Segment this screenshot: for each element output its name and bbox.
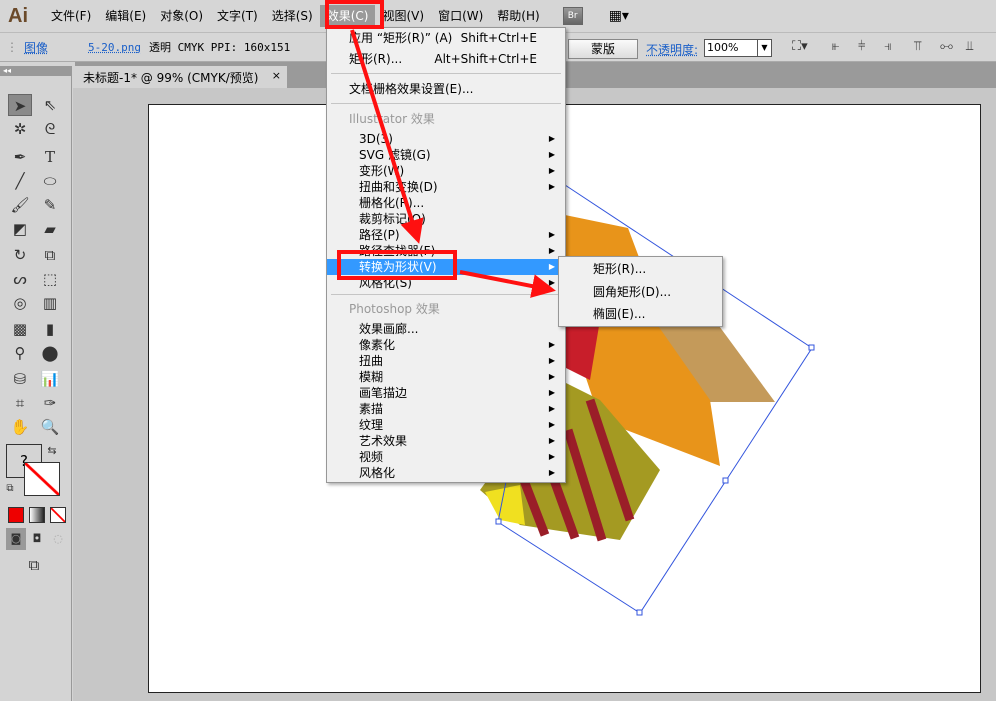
- label: 路径(P): [359, 228, 400, 242]
- yellow-shape: [485, 485, 525, 525]
- submenu-arrow-icon: ▶: [548, 452, 555, 461]
- photoshop-effects-header: Photoshop 效果: [349, 302, 440, 316]
- submenu-arrow-icon: ▶: [548, 340, 555, 349]
- menu-item[interactable]: 艺术效果 ▶: [327, 433, 565, 449]
- label: 风格化: [359, 466, 396, 480]
- label: 艺术效果: [359, 434, 408, 448]
- submenu-arrow-icon: ▶: [548, 420, 555, 429]
- label: SVG 滤镜(G): [359, 148, 431, 162]
- menu-item[interactable]: 纹理 ▶: [327, 417, 565, 433]
- menu-item[interactable]: 裁剪标记(O): [327, 211, 565, 227]
- label: 效果画廊...: [359, 322, 419, 336]
- label: 矩形(R)...: [349, 52, 403, 66]
- label: 3D(3): [359, 132, 393, 146]
- label: 纹理: [359, 418, 384, 432]
- menu-item-last-effect[interactable]: 矩形(R)... Alt+Shift+Ctrl+E: [327, 51, 565, 67]
- label: 模糊: [359, 370, 384, 384]
- menu-item[interactable]: 3D(3) ▶: [327, 131, 565, 147]
- menu-item[interactable]: 视频 ▶: [327, 449, 565, 465]
- menu-item[interactable]: 变形(W) ▶: [327, 163, 565, 179]
- shortcut: Alt+Shift+Ctrl+E: [434, 52, 537, 66]
- menu-item[interactable]: 效果画廊...: [327, 321, 565, 337]
- menu-item[interactable]: 素描 ▶: [327, 401, 565, 417]
- annotation-box-effect: [325, 0, 384, 29]
- label: 变形(W): [359, 164, 405, 178]
- menu-item[interactable]: 风格化 ▶: [327, 465, 565, 481]
- annotation-box-convert: [337, 250, 457, 280]
- submenu-arrow-icon: ▶: [548, 262, 555, 271]
- menu-item[interactable]: 栅格化(R)...: [327, 195, 565, 211]
- menu-item[interactable]: 像素化 ▶: [327, 337, 565, 353]
- menu-item-apply-last[interactable]: 应用 “矩形(R)” (A) Shift+Ctrl+E: [327, 30, 565, 46]
- submenu-arrow-icon: ▶: [548, 388, 555, 397]
- menu-item-raster-settings[interactable]: 文档栅格效果设置(E)...: [327, 81, 565, 97]
- separator: [331, 103, 561, 104]
- submenu-arrow-icon: ▶: [548, 230, 555, 239]
- separator: [331, 73, 561, 74]
- label: 扭曲: [359, 354, 384, 368]
- submenu-arrow-icon: ▶: [548, 278, 555, 287]
- submenu-arrow-icon: ▶: [548, 166, 555, 175]
- separator: [331, 294, 561, 295]
- submenu-arrow-icon: ▶: [548, 182, 555, 191]
- submenu-arrow-icon: ▶: [548, 404, 555, 413]
- label: 应用 “矩形(R)” (A): [349, 31, 453, 45]
- convert-to-shape-submenu: 矩形(R)... 圆角矩形(D)... 椭圆(E)...: [558, 256, 723, 327]
- submenu-arrow-icon: ▶: [548, 246, 555, 255]
- submenu-item-rectangle[interactable]: 矩形(R)...: [559, 261, 722, 277]
- label: 视频: [359, 450, 384, 464]
- submenu-item-ellipse[interactable]: 椭圆(E)...: [559, 306, 722, 322]
- menu-item[interactable]: 模糊 ▶: [327, 369, 565, 385]
- menu-item[interactable]: 扭曲和变换(D) ▶: [327, 179, 565, 195]
- submenu-arrow-icon: ▶: [548, 150, 555, 159]
- menu-item[interactable]: SVG 滤镜(G) ▶: [327, 147, 565, 163]
- submenu-item-rounded-rectangle[interactable]: 圆角矩形(D)...: [559, 284, 722, 300]
- illustrator-effects-header: Illustrator 效果: [349, 112, 435, 126]
- label: 栅格化(R)...: [359, 196, 425, 210]
- label: 像素化: [359, 338, 396, 352]
- label: 裁剪标记(O): [359, 212, 426, 226]
- submenu-arrow-icon: ▶: [548, 436, 555, 445]
- menu-item[interactable]: 画笔描边 ▶: [327, 385, 565, 401]
- menu-item[interactable]: 路径(P) ▶: [327, 227, 565, 243]
- label: 扭曲和变换(D): [359, 180, 438, 194]
- label: 画笔描边: [359, 386, 408, 400]
- menu-item[interactable]: 扭曲 ▶: [327, 353, 565, 369]
- submenu-arrow-icon: ▶: [548, 356, 555, 365]
- submenu-arrow-icon: ▶: [548, 372, 555, 381]
- label: 素描: [359, 402, 384, 416]
- submenu-arrow-icon: ▶: [548, 468, 555, 477]
- shortcut: Shift+Ctrl+E: [460, 31, 537, 45]
- submenu-arrow-icon: ▶: [548, 134, 555, 143]
